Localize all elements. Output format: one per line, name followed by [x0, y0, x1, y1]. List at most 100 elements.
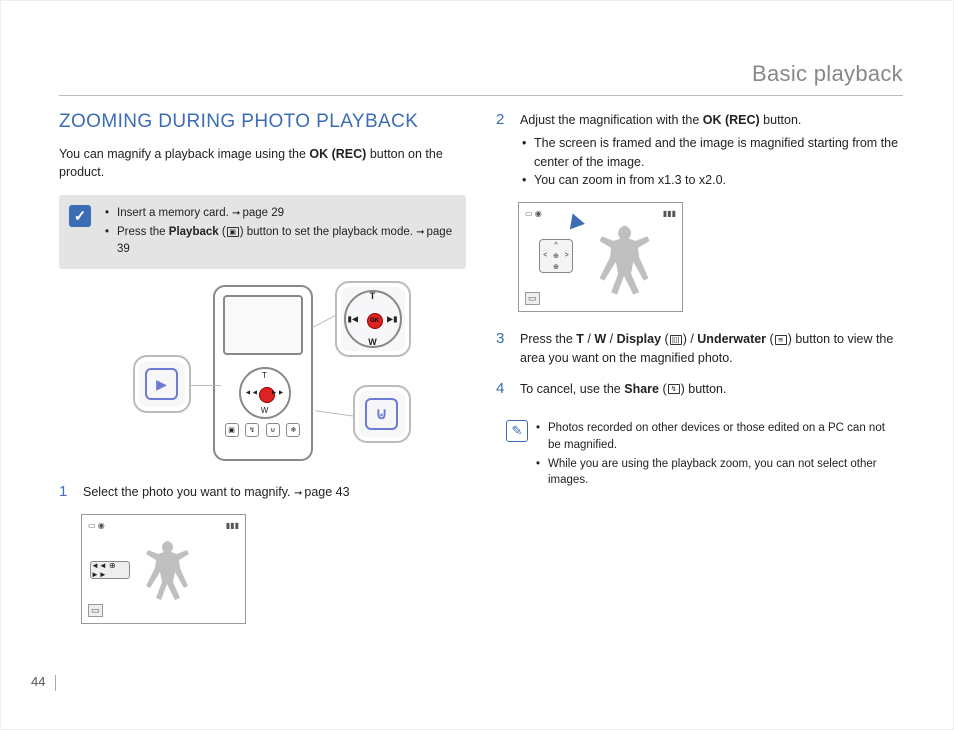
step-number: 1	[59, 483, 73, 502]
intro-text-before: You can magnify a playback image using t…	[59, 147, 309, 161]
step-number: 2	[496, 111, 510, 190]
osd-top: ▭ ◉ ▮▮▮	[88, 521, 239, 533]
device-illustration: T W ◄◄ ►► ▣ ↯ ⊍ ❄ OK	[123, 285, 403, 465]
device-btn-icon: ⊍	[266, 423, 280, 437]
prereq-item: Insert a memory card. page 29	[105, 205, 454, 222]
step2-bullet: You can zoom in from x1.3 to x2.0.	[520, 171, 903, 190]
dpad-right-label: ►►	[271, 390, 285, 397]
step-number: 3	[496, 330, 510, 368]
section-header: Basic playback	[752, 61, 903, 87]
note-icon	[506, 420, 528, 442]
step-4: 4 To cancel, use the Share (↯) button.	[496, 380, 903, 399]
right-column: 2 Adjust the magnification with the OK (…	[496, 111, 903, 669]
play-icon	[145, 368, 177, 400]
osd-tr-icon: ▮▮▮	[226, 521, 239, 533]
underwater-icon	[365, 398, 397, 430]
step-text: Press the T / W / Display (|▯|) / Underw…	[520, 330, 903, 368]
display-label: Display	[617, 332, 661, 346]
device-screen	[223, 295, 303, 355]
mid: ) /	[683, 332, 698, 346]
prereq-list: Insert a memory card. page 29 Press the …	[105, 205, 454, 257]
step-2: 2 Adjust the magnification with the OK (…	[496, 111, 903, 190]
step2-bold: OK (REC)	[703, 113, 760, 127]
osd-tl-icon: ▭ ◉	[88, 521, 105, 533]
step-3: 3 Press the T / W / Display (|▯|) / Unde…	[496, 330, 903, 368]
osd-tr-icon: ▮▮▮	[663, 209, 676, 221]
nav-down: ⊕	[553, 263, 559, 271]
content-columns: ZOOMING DURING PHOTO PLAYBACK You can ma…	[59, 111, 903, 669]
playback-button-callout	[133, 355, 191, 413]
step2-bullet: The screen is framed and the image is ma…	[520, 134, 903, 172]
share-icon: ↯	[668, 384, 680, 394]
callout-line	[191, 385, 221, 386]
photo-silhouette	[137, 537, 197, 602]
dpad-ring-icon: OK T W ▮◀ ▶▮	[344, 290, 402, 348]
dpad-left-label: ◄◄	[245, 390, 259, 397]
osd-top: ▭ ◉ ▮▮▮	[525, 209, 676, 221]
note-item: Photos recorded on other devices or thos…	[536, 420, 891, 453]
prereq-text: Insert a memory card.	[117, 207, 232, 219]
page-number-bar	[55, 675, 56, 691]
t-label: T	[576, 332, 584, 346]
step2-after: button.	[760, 113, 802, 127]
device-button-row: ▣ ↯ ⊍ ❄	[225, 423, 301, 441]
prereq-mid: (	[219, 226, 226, 238]
device-dpad: T W ◄◄ ►►	[239, 367, 291, 419]
page-number: 44	[31, 674, 45, 689]
page-ref: page 29	[232, 207, 284, 219]
sep: /	[606, 332, 616, 346]
t: Press the	[520, 332, 576, 346]
zoom-indicator: ◄◄ ⊕ ►►	[90, 561, 130, 579]
osd-bottom-icon: ▭	[88, 604, 103, 617]
dpad-callout: OK T W ▮◀ ▶▮	[335, 281, 411, 357]
callout-line	[315, 410, 355, 417]
ok-label: OK	[367, 313, 383, 329]
device-btn-icon: ❄	[286, 423, 300, 437]
nav-indicator: ^ <⊕> ⊕	[539, 239, 573, 273]
prereq-text: Press the	[117, 226, 169, 238]
device-body: T W ◄◄ ►► ▣ ↯ ⊍ ❄	[213, 285, 313, 461]
w-label: W	[594, 332, 606, 346]
display-icon: |▯|	[670, 335, 682, 345]
nav-left: <	[543, 252, 547, 259]
dpad-l: ▮◀	[348, 315, 359, 324]
underwater-label: Underwater	[697, 332, 766, 346]
underwater-button-callout	[353, 385, 411, 443]
dpad-t-label: T	[262, 371, 267, 380]
device-btn-icon: ▣	[225, 423, 239, 437]
screen-illustration-1: ▭ ◉ ▮▮▮ ◄◄ ⊕ ►► ▭	[81, 514, 246, 624]
dpad-w-label: W	[261, 406, 269, 415]
mid: (	[661, 332, 669, 346]
mid: (	[766, 332, 774, 346]
sep: /	[584, 332, 594, 346]
notes-list: Photos recorded on other devices or thos…	[536, 420, 891, 489]
mid: (	[659, 382, 667, 396]
step-text: Select the photo you want to magnify. pa…	[83, 483, 350, 502]
intro-text-bold: OK (REC)	[309, 147, 366, 161]
step-1: 1 Select the photo you want to magnify. …	[59, 483, 466, 502]
dpad-t: T	[370, 291, 376, 301]
intro-text: You can magnify a playback image using t…	[59, 145, 466, 181]
prerequisite-box: Insert a memory card. page 29 Press the …	[59, 195, 466, 269]
step2-bullets: The screen is framed and the image is ma…	[520, 134, 903, 190]
check-icon	[69, 205, 91, 227]
step-text: Adjust the magnification with the OK (RE…	[520, 111, 903, 190]
nav-center: ⊕	[553, 252, 559, 260]
left-column: ZOOMING DURING PHOTO PLAYBACK You can ma…	[59, 111, 466, 669]
after: ) button.	[681, 382, 727, 396]
share-label: Share	[624, 382, 659, 396]
device-btn-icon: ↯	[245, 423, 259, 437]
underwater-icon: ≋	[775, 335, 787, 345]
notes-box: Photos recorded on other devices or thos…	[496, 410, 903, 501]
osd-bottom-icon: ▭	[525, 292, 540, 305]
nav-up: ^	[554, 242, 557, 249]
prereq-after: ) button to set the playback mode.	[240, 226, 416, 238]
step-number: 4	[496, 380, 510, 399]
osd-tl-icon: ▭ ◉	[525, 209, 542, 221]
prereq-item: Press the Playback (▣) button to set the…	[105, 224, 454, 257]
dpad-r: ▶▮	[387, 315, 398, 324]
page-title: ZOOMING DURING PHOTO PLAYBACK	[59, 111, 466, 133]
before: To cancel, use the	[520, 382, 624, 396]
callout-line	[312, 315, 335, 328]
step2-before: Adjust the magnification with the	[520, 113, 703, 127]
